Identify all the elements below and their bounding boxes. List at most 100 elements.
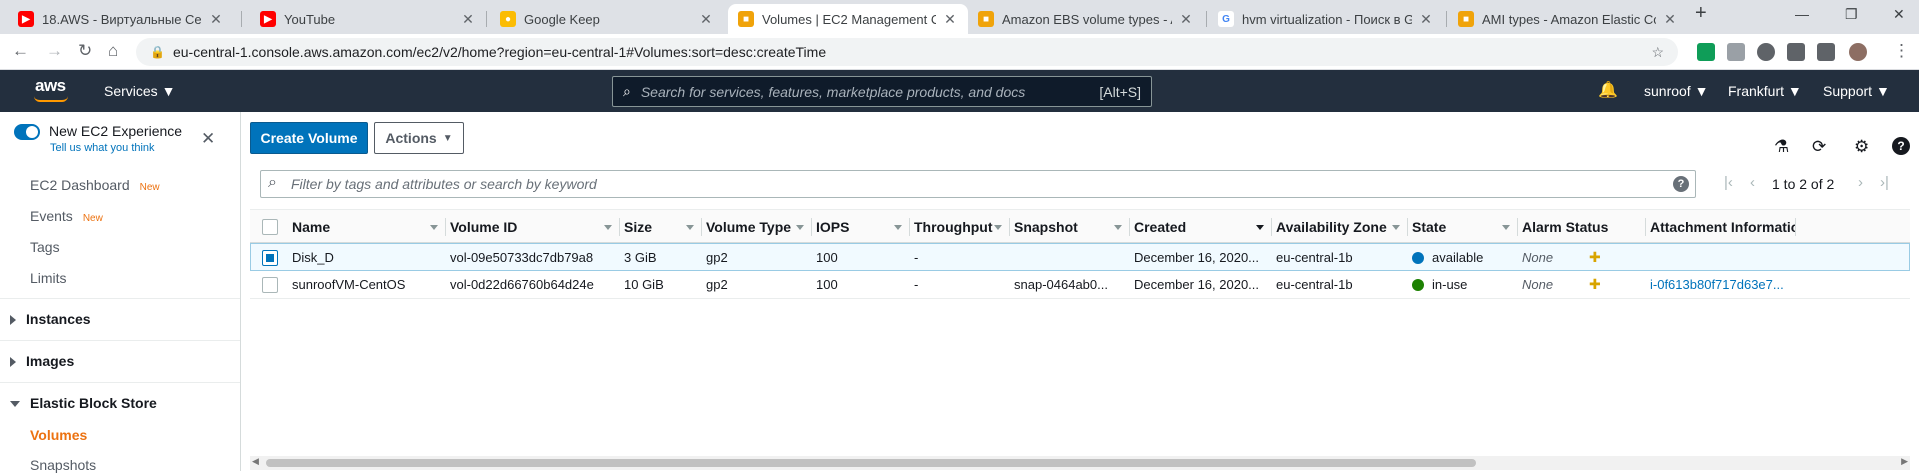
close-icon[interactable]: ✕ [201, 129, 215, 149]
new-experience-toggle[interactable] [14, 124, 40, 140]
select-all-checkbox[interactable] [262, 219, 278, 235]
account-menu[interactable]: sunroof ▼ [1644, 83, 1708, 99]
first-page-icon[interactable]: |‹ [1724, 174, 1733, 191]
browser-tab[interactable]: ▶ YouTube ✕ [250, 4, 486, 34]
restore-window-icon[interactable]: ❐ [1845, 6, 1858, 23]
beaker-icon[interactable]: ⚗ [1774, 137, 1789, 157]
refresh-icon[interactable]: ⟳ [1812, 137, 1826, 157]
support-menu[interactable]: Support ▼ [1823, 83, 1890, 99]
menu-kebab-icon[interactable]: ⋮ [1893, 41, 1910, 61]
address-bar-row: ← → ↻ ⌂ 🔒 eu-central-1.console.aws.amazo… [0, 34, 1919, 70]
forward-arrow-icon[interactable]: → [46, 41, 63, 61]
next-page-icon[interactable]: › [1858, 174, 1863, 191]
horizontal-scrollbar[interactable]: ◀ ▶ [250, 456, 1910, 470]
url-field[interactable]: 🔒 eu-central-1.console.aws.amazon.com/ec… [136, 38, 1678, 66]
sidebar-item-limits[interactable]: Limits [30, 270, 67, 286]
add-alarm-icon[interactable]: ✚ [1589, 249, 1601, 266]
create-volume-button[interactable]: Create Volume [250, 122, 368, 154]
scroll-left-icon[interactable]: ◀ [252, 456, 259, 467]
table-row[interactable]: sunroofVM-CentOS vol-0d22d66760b64d24e 1… [250, 271, 1910, 299]
column-header-volume-id[interactable]: Volume ID [446, 210, 620, 244]
help-icon[interactable]: ? [1673, 176, 1689, 192]
region-menu[interactable]: Frankfurt ▼ [1728, 83, 1802, 99]
cell-attachment[interactable]: i-0f613b80f717d63e7... [1650, 271, 1798, 299]
column-header-snapshot[interactable]: Snapshot [1010, 210, 1130, 244]
sidebar-item-events[interactable]: Events New [30, 208, 103, 224]
previous-page-icon[interactable]: ‹ [1750, 174, 1755, 191]
cell-throughput: - [914, 250, 919, 265]
aws-header: aws Services ▼ ⌕ Search for services, fe… [0, 70, 1919, 112]
close-tab-icon[interactable]: ✕ [208, 11, 224, 28]
sidebar-section-elastic-block-store[interactable]: Elastic Block Store [10, 395, 157, 411]
column-header-attachment-information[interactable]: Attachment Informatio [1646, 210, 1796, 244]
column-header-availability-zone[interactable]: Availability Zone [1272, 210, 1408, 244]
sidebar-section-instances[interactable]: Instances [10, 311, 91, 327]
browser-tab-active[interactable]: ■ Volumes | EC2 Management Con ✕ [728, 4, 968, 34]
notifications-bell-icon[interactable]: 🔔 [1598, 80, 1618, 100]
browser-tab[interactable]: ▶ 18.AWS - Виртуальные Сервера ✕ [8, 4, 234, 34]
column-header-created[interactable]: Created [1130, 210, 1272, 244]
feedback-link[interactable]: Tell us what you think [50, 142, 155, 154]
scroll-right-icon[interactable]: ▶ [1901, 456, 1908, 467]
browser-tab-bar: ▶ 18.AWS - Виртуальные Сервера ✕ ▶ YouTu… [0, 0, 1919, 34]
column-header-throughput[interactable]: Throughput [910, 210, 1010, 244]
row-checkbox[interactable] [262, 250, 278, 266]
table-row[interactable]: Disk_D vol-09e50733dc7db79a8 3 GiB gp2 1… [250, 243, 1910, 271]
sidebar: New EC2 Experience Tell us what you thin… [0, 112, 241, 473]
close-window-icon[interactable]: ✕ [1893, 6, 1905, 23]
actions-button[interactable]: Actions ▼ [374, 122, 464, 154]
column-header-alarm-status[interactable]: Alarm Status [1518, 210, 1646, 244]
extension-icon[interactable] [1757, 43, 1775, 61]
main-content: Create Volume Actions ▼ ⚗ ⟳ ⚙ ? ⌕ Filter … [242, 112, 1919, 471]
filter-search-input[interactable]: ⌕ Filter by tags and attributes or searc… [260, 170, 1696, 198]
row-checkbox[interactable] [262, 277, 278, 293]
close-tab-icon[interactable]: ✕ [1662, 11, 1678, 28]
reading-list-icon[interactable] [1817, 43, 1835, 61]
close-tab-icon[interactable]: ✕ [1178, 11, 1194, 28]
reload-icon[interactable]: ↻ [78, 41, 92, 61]
browser-tab[interactable]: ■ Amazon EBS volume types - Ama ✕ [968, 4, 1204, 34]
services-menu[interactable]: Services ▼ [104, 83, 175, 99]
close-tab-icon[interactable]: ✕ [1418, 11, 1434, 28]
cell-availability-zone: eu-central-1b [1276, 277, 1353, 292]
avatar[interactable] [1849, 43, 1867, 61]
back-arrow-icon[interactable]: ← [12, 41, 29, 61]
caret-down-icon [1502, 225, 1510, 230]
home-icon[interactable]: ⌂ [108, 41, 118, 61]
bookmark-star-icon[interactable]: ☆ [1651, 44, 1664, 61]
youtube-icon: ▶ [18, 11, 34, 27]
sidebar-section-images[interactable]: Images [10, 353, 74, 369]
column-header-name[interactable]: Name [284, 210, 446, 244]
google-drive-icon[interactable] [1697, 43, 1715, 61]
sidebar-item-ec2-dashboard[interactable]: EC2 Dashboard New [30, 177, 160, 193]
extension-icon[interactable] [1727, 43, 1745, 61]
puzzle-icon[interactable] [1787, 43, 1805, 61]
minimize-icon[interactable]: — [1795, 6, 1809, 22]
column-label: IOPS [816, 219, 850, 235]
help-icon[interactable]: ? [1892, 137, 1910, 155]
table-header: Name Volume ID Size Volume Type IOPS Thr… [250, 209, 1910, 243]
sidebar-item-volumes[interactable]: Volumes [30, 427, 87, 443]
last-page-icon[interactable]: ›| [1880, 174, 1889, 191]
browser-tab[interactable]: ■ AMI types - Amazon Elastic Com ✕ [1448, 4, 1688, 34]
column-header-iops[interactable]: IOPS [812, 210, 910, 244]
column-header-volume-type[interactable]: Volume Type [702, 210, 812, 244]
add-alarm-icon[interactable]: ✚ [1589, 276, 1601, 293]
column-header-size[interactable]: Size [620, 210, 702, 244]
new-tab-button[interactable]: + [1695, 2, 1707, 25]
browser-tab[interactable]: ● Google Keep ✕ [490, 4, 724, 34]
aws-logo[interactable]: aws [35, 76, 66, 96]
close-tab-icon[interactable]: ✕ [698, 11, 714, 28]
sidebar-item-tags[interactable]: Tags [30, 239, 60, 255]
browser-tab[interactable]: G hvm virtualization - Поиск в Goo ✕ [1208, 4, 1444, 34]
services-label: Services [104, 83, 158, 99]
close-tab-icon[interactable]: ✕ [942, 11, 958, 28]
column-header-state[interactable]: State [1408, 210, 1518, 244]
cell-throughput: - [914, 277, 919, 292]
close-tab-icon[interactable]: ✕ [460, 11, 476, 28]
global-search-input[interactable]: ⌕ Search for services, features, marketp… [612, 76, 1152, 107]
tab-title: Amazon EBS volume types - Ama [1002, 11, 1172, 27]
scrollbar-thumb[interactable] [266, 459, 1476, 467]
gear-icon[interactable]: ⚙ [1854, 137, 1869, 157]
cell-attachment[interactable] [1650, 244, 1798, 272]
